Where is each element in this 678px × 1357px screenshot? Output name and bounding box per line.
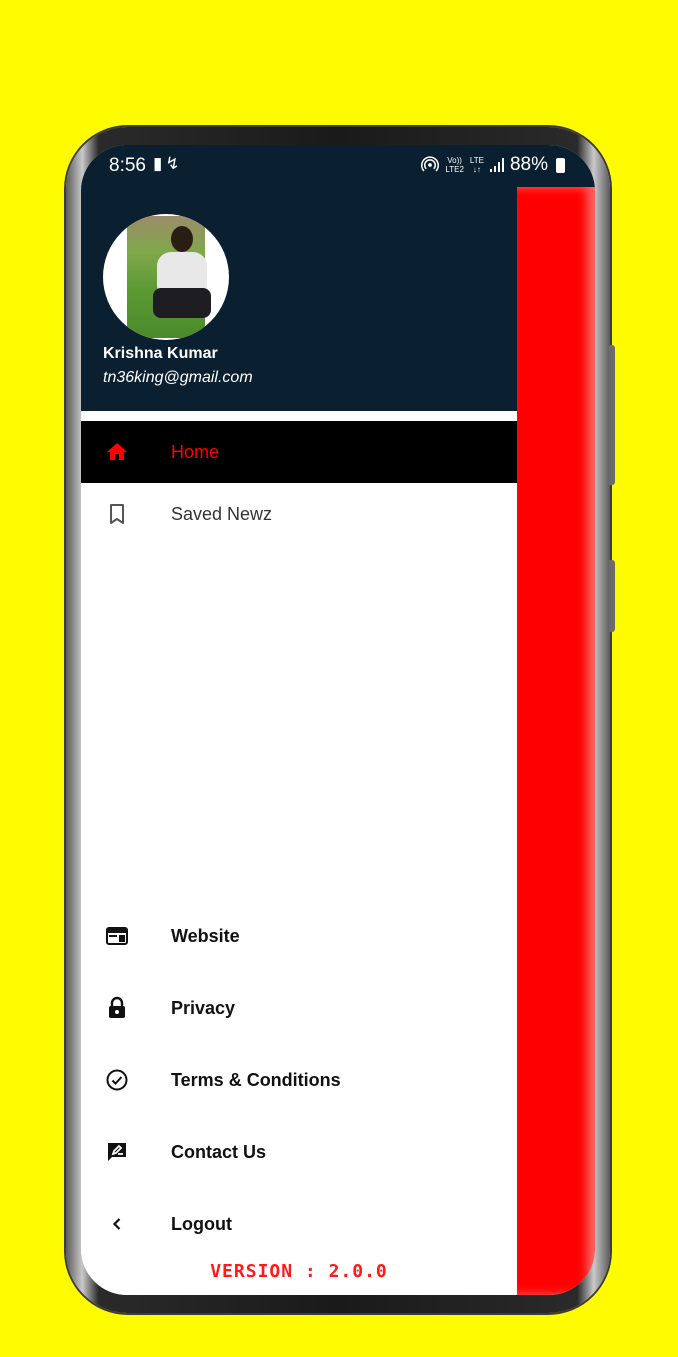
menu-item-label: Terms & Conditions bbox=[171, 1070, 341, 1090]
volte-icon: Vo)) LTE2 bbox=[445, 156, 464, 174]
menu-item-label: Logout bbox=[171, 1214, 232, 1234]
profile-email: tn36king@gmail.com bbox=[103, 369, 253, 386]
menu-item-label: Contact Us bbox=[171, 1142, 267, 1162]
status-time: 8:56 bbox=[109, 155, 146, 176]
menu-item-terms[interactable]: Terms & Conditions bbox=[81, 1049, 517, 1111]
phone-screen: Krishna Kumar tn36king@gmail.com Home Sa… bbox=[81, 145, 595, 1295]
home-icon bbox=[105, 440, 129, 464]
profile-photo bbox=[127, 216, 211, 338]
status-bar: 8:56 ▮↯ Vo)) LTE2 LTE ↓↑ 88% bbox=[81, 145, 595, 187]
avatar[interactable] bbox=[103, 214, 229, 340]
profile-name: Krishna Kumar bbox=[103, 345, 218, 362]
menu-item-label: Website bbox=[171, 926, 240, 946]
version-label: VERSION : 2.0.0 bbox=[210, 1261, 388, 1282]
chevron-left-icon bbox=[105, 1212, 129, 1236]
battery-icon bbox=[556, 157, 565, 173]
lock-icon bbox=[105, 996, 129, 1020]
sim-icon: ▮ bbox=[153, 154, 166, 173]
power-button bbox=[609, 560, 615, 632]
battery-percent: 88% bbox=[509, 154, 548, 175]
drawer-scrim[interactable] bbox=[517, 187, 595, 1295]
status-left-icons: ▮↯ bbox=[153, 154, 183, 174]
hotspot-icon bbox=[421, 156, 440, 174]
feedback-icon bbox=[105, 1140, 129, 1164]
volume-button bbox=[609, 345, 615, 485]
check-circle-icon bbox=[105, 1068, 129, 1092]
menu-item-label: Saved Newz bbox=[171, 504, 273, 524]
menu-item-label: Home bbox=[171, 442, 220, 462]
web-icon bbox=[105, 924, 129, 948]
menu-item-website[interactable]: Website bbox=[81, 905, 517, 967]
lte-icon: LTE ↓↑ bbox=[469, 156, 484, 174]
menu-item-saved-newz[interactable]: Saved Newz bbox=[81, 483, 517, 545]
menu-item-label: Privacy bbox=[171, 998, 236, 1018]
menu-item-home[interactable]: Home bbox=[81, 421, 517, 483]
signal-icon bbox=[489, 158, 504, 172]
menu-item-privacy[interactable]: Privacy bbox=[81, 977, 517, 1039]
menu-item-logout[interactable]: Logout bbox=[81, 1193, 517, 1255]
navigation-drawer: Krishna Kumar tn36king@gmail.com Home Sa… bbox=[81, 145, 517, 1295]
status-right-icons: Vo)) LTE2 LTE ↓↑ 88% bbox=[421, 154, 565, 176]
menu-item-contact-us[interactable]: Contact Us bbox=[81, 1121, 517, 1183]
bolt-icon: ↯ bbox=[165, 154, 183, 173]
bookmark-icon bbox=[105, 502, 129, 526]
